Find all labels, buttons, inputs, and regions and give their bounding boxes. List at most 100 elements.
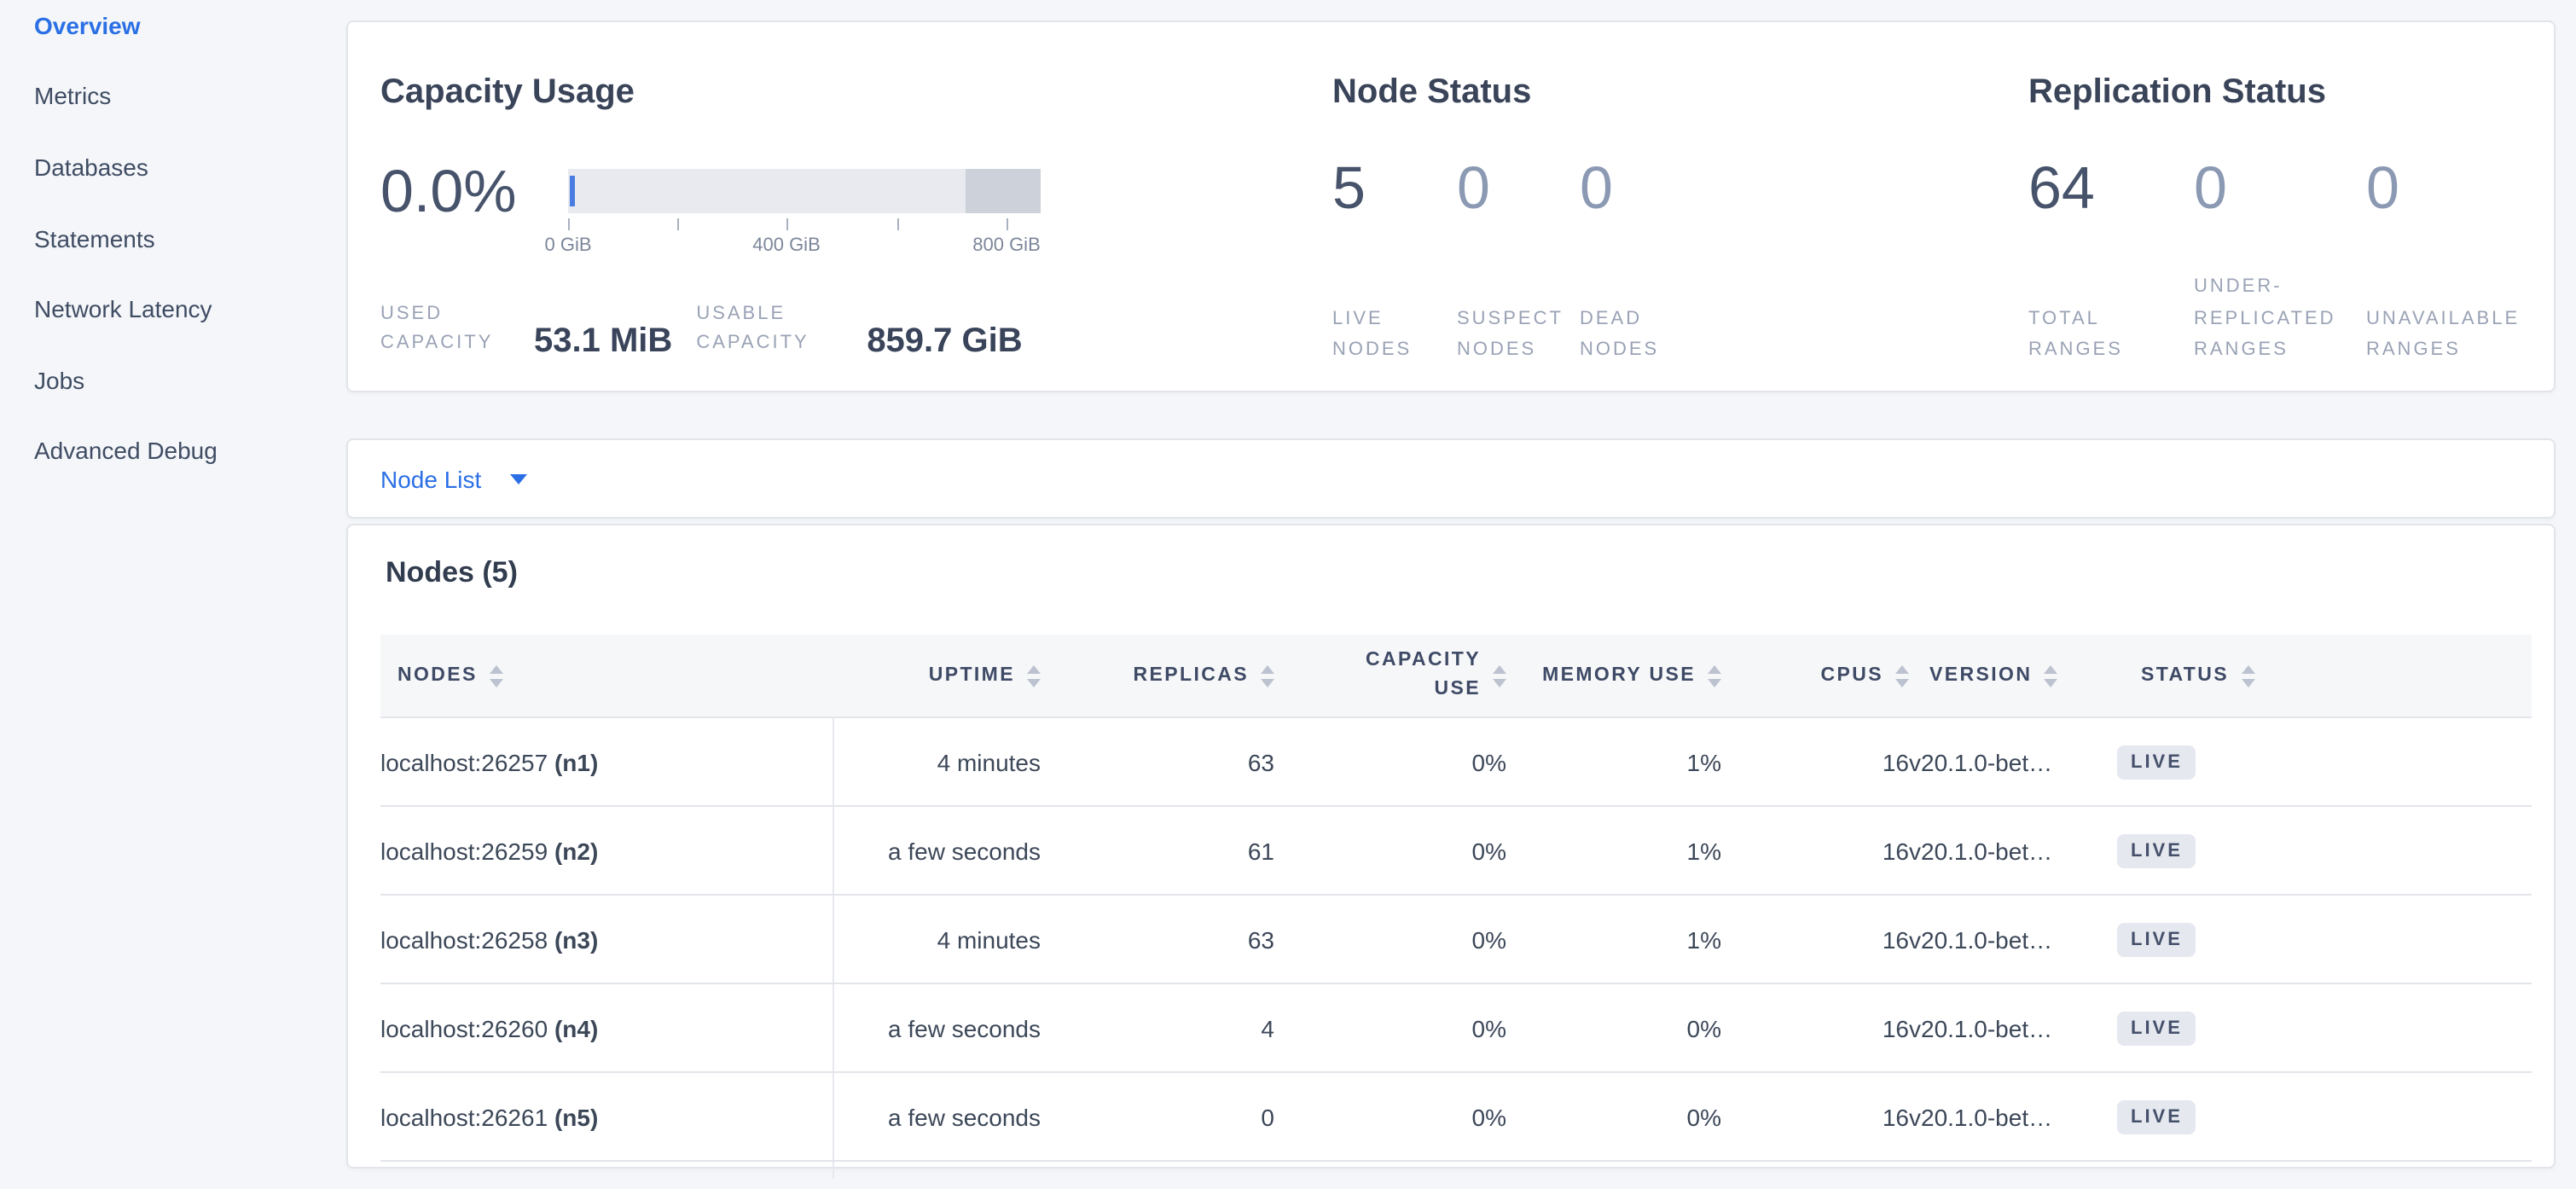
- sort-icon[interactable]: [1708, 664, 1721, 687]
- column-header-uptime[interactable]: UPTIME: [833, 635, 1041, 717]
- sort-icon[interactable]: [490, 664, 503, 687]
- tick-label-800gib: 800 GiB: [972, 235, 1041, 256]
- node-address[interactable]: localhost:26257: [380, 748, 548, 775]
- tick-label-400gib: 400 GiB: [752, 235, 821, 256]
- sidebar-nav: Overview Metrics Databases Statements Ne…: [0, 0, 333, 486]
- nodes-table-card: Nodes (5) NODES UPTIME REPLICAS: [346, 524, 2556, 1169]
- node-cpus: 16: [1721, 895, 1909, 983]
- node-status-title: Node Status: [1332, 73, 1531, 113]
- node-uptime: 4 minutes: [833, 717, 1041, 806]
- table-row[interactable]: localhost:26259 (n2) a few seconds 61 0%…: [380, 806, 2532, 895]
- under-replicated-ranges-label: UNDER-REPLICATED RANGES: [2194, 271, 2351, 367]
- unavailable-ranges-label: UNAVAILABLE RANGES: [2366, 303, 2576, 367]
- used-capacity-label: USED CAPACITY: [380, 300, 520, 358]
- capacity-gauge-axis: [568, 218, 1041, 232]
- sidebar-item-statements[interactable]: Statements: [0, 203, 333, 274]
- column-header-memory-use[interactable]: MEMORY USE: [1506, 635, 1721, 717]
- capacity-gauge-tick-labels: 0 GiB 400 GiB 800 GiB: [568, 235, 1041, 259]
- status-badge: LIVE: [2117, 745, 2196, 779]
- live-nodes-label: LIVE NODES: [1332, 303, 1435, 367]
- node-memory-use: 0%: [1506, 1072, 1721, 1161]
- node-status-panel: Node Status 5 LIVE NODES 0 SUSPECT NODES…: [1332, 22, 2015, 394]
- node-version: v20.1.0-bet…: [1909, 983, 2117, 1072]
- sort-icon[interactable]: [2241, 664, 2254, 687]
- node-uptime: a few seconds: [833, 1072, 1041, 1161]
- unavailable-ranges-stat: 0 UNAVAILABLE RANGES: [2366, 159, 2576, 367]
- node-replicas: 4: [1041, 983, 1274, 1072]
- nodes-table: NODES UPTIME REPLICAS CAPACITY USE MEMOR…: [380, 635, 2532, 1179]
- node-capacity-use: 0%: [1274, 1072, 1506, 1161]
- axis-tick: [568, 218, 570, 230]
- node-address[interactable]: localhost:26260: [380, 1014, 548, 1041]
- table-row[interactable]: localhost:26260 (n4) a few seconds 4 0% …: [380, 983, 2532, 1072]
- node-replicas: 0: [1041, 1072, 1274, 1161]
- column-header-version-label: VERSION: [1929, 665, 2032, 686]
- node-memory-use: 1%: [1506, 895, 1721, 983]
- column-header-nodes-label: NODES: [397, 665, 478, 686]
- node-capacity-use: 0%: [1274, 895, 1506, 983]
- sort-icon[interactable]: [2044, 664, 2057, 687]
- column-header-nodes[interactable]: NODES: [380, 635, 833, 717]
- node-cpus: 16: [1721, 717, 1909, 806]
- live-nodes-value: 5: [1332, 159, 1457, 218]
- table-row[interactable]: localhost:26257 (n1) 4 minutes 63 0% 1% …: [380, 717, 2532, 806]
- node-address[interactable]: localhost:26259: [380, 837, 548, 864]
- sidebar-item-advanced-debug[interactable]: Advanced Debug: [0, 415, 333, 486]
- table-header-row: NODES UPTIME REPLICAS CAPACITY USE MEMOR…: [380, 635, 2532, 717]
- table-row[interactable]: localhost:26261 (n5) a few seconds 0 0% …: [380, 1072, 2532, 1161]
- overview-page: Overview Metrics Databases Statements Ne…: [0, 0, 2576, 1189]
- node-id: (n1): [554, 748, 598, 775]
- replication-stats: 64 TOTAL RANGES 0 UNDER-REPLICATED RANGE…: [2028, 159, 2576, 367]
- sort-icon[interactable]: [1261, 664, 1274, 687]
- node-capacity-use: 0%: [1274, 806, 1506, 895]
- table-row[interactable]: localhost:26258 (n3) 4 minutes 63 0% 1% …: [380, 895, 2532, 983]
- node-address[interactable]: localhost:26261: [380, 1103, 548, 1130]
- node-memory-use: 1%: [1506, 717, 1721, 806]
- sort-icon[interactable]: [1027, 664, 1041, 687]
- capacity-percent: 0.0%: [380, 162, 517, 222]
- node-list-label[interactable]: Node List: [380, 465, 481, 492]
- sidebar-item-jobs[interactable]: Jobs: [0, 345, 333, 415]
- sort-icon[interactable]: [1493, 664, 1506, 687]
- node-list-dropdown[interactable]: Node List: [346, 438, 2556, 519]
- column-header-memory-use-label: MEMORY USE: [1542, 665, 1696, 686]
- node-version: v20.1.0-bet…: [1909, 806, 2117, 895]
- capacity-details: USED CAPACITY 53.1 MiB USABLE CAPACITY 8…: [380, 300, 1047, 358]
- column-header-cpus[interactable]: CPUS: [1721, 635, 1909, 717]
- node-memory-use: 0%: [1506, 983, 1721, 1072]
- capacity-usage-panel: Capacity Usage 0.0% 0 GiB 400 GiB 8: [380, 22, 1336, 394]
- column-header-capacity-use[interactable]: CAPACITY USE: [1274, 635, 1506, 717]
- node-replicas: 61: [1041, 806, 1274, 895]
- sidebar-item-databases[interactable]: Databases: [0, 131, 333, 202]
- capacity-gauge-used-marker: [570, 176, 575, 206]
- node-id: (n3): [554, 925, 598, 953]
- capacity-gauge: 0 GiB 400 GiB 800 GiB: [568, 169, 1041, 259]
- node-replicas: 63: [1041, 895, 1274, 983]
- cluster-summary-card: Capacity Usage 0.0% 0 GiB 400 GiB 8: [346, 20, 2556, 392]
- node-cpus: 16: [1721, 983, 1909, 1072]
- node-version: v20.1.0-bet…: [1909, 717, 2117, 806]
- sidebar-item-metrics[interactable]: Metrics: [0, 61, 333, 131]
- node-id: (n4): [554, 1014, 598, 1041]
- node-status-stats: 5 LIVE NODES 0 SUSPECT NODES 0 DEAD NODE…: [1332, 159, 1733, 367]
- node-address[interactable]: localhost:26258: [380, 925, 548, 953]
- unavailable-ranges-value: 0: [2366, 159, 2576, 218]
- column-header-capacity-use-label: CAPACITY USE: [1358, 647, 1481, 705]
- dead-nodes-value: 0: [1580, 159, 1733, 218]
- sidebar-item-overview[interactable]: Overview: [0, 0, 333, 61]
- column-header-replicas[interactable]: REPLICAS: [1041, 635, 1274, 717]
- column-header-status[interactable]: STATUS: [2117, 635, 2532, 717]
- under-replicated-ranges-value: 0: [2194, 159, 2366, 218]
- node-cpus: 16: [1721, 1072, 1909, 1161]
- status-badge: LIVE: [2117, 1011, 2196, 1045]
- column-header-status-label: STATUS: [2141, 665, 2229, 686]
- node-version: v20.1.0-bet…: [1909, 895, 2117, 983]
- column-header-replicas-label: REPLICAS: [1134, 665, 1250, 686]
- node-version: v20.1.0-bet…: [1909, 1072, 2117, 1161]
- sort-icon[interactable]: [1895, 664, 1909, 687]
- sidebar-item-network-latency[interactable]: Network Latency: [0, 274, 333, 345]
- used-capacity-value: 53.1 MiB: [534, 322, 672, 362]
- chevron-down-icon[interactable]: [510, 473, 527, 484]
- axis-tick: [677, 218, 679, 230]
- column-header-version[interactable]: VERSION: [1909, 635, 2117, 717]
